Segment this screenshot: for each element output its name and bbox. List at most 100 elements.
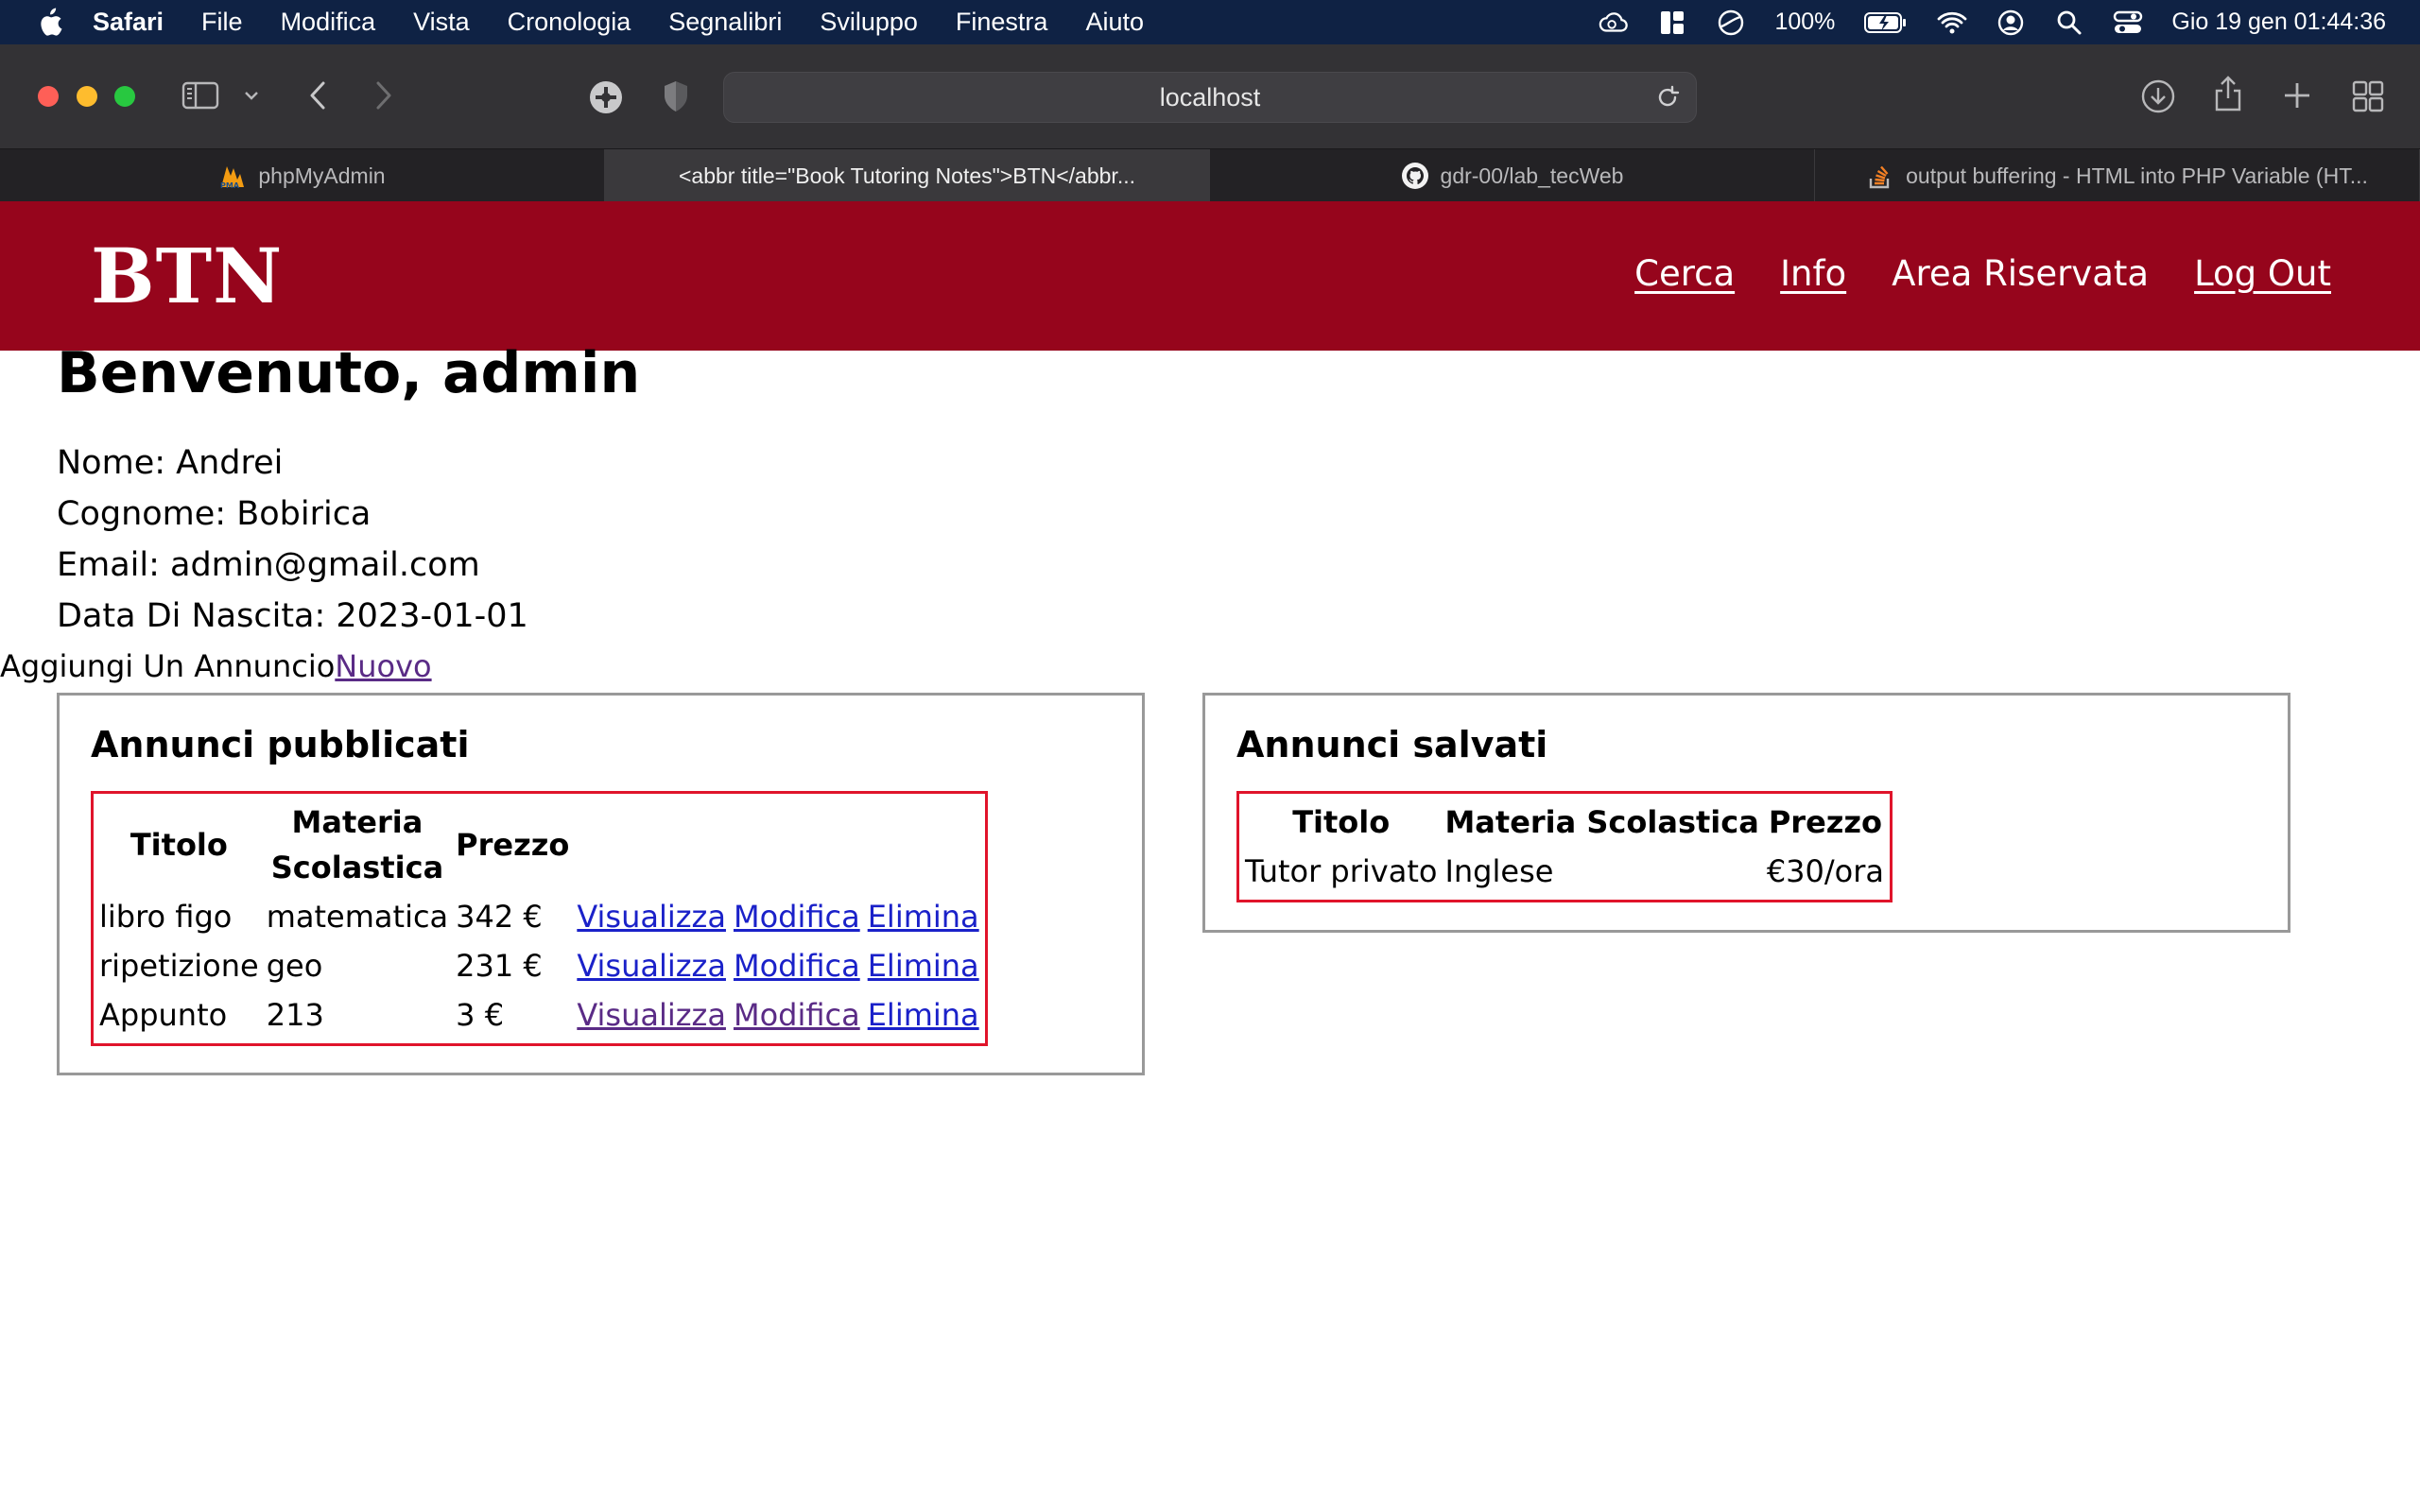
table-row: ripetizione geo 231 € Visualizza Modific… [95, 941, 983, 990]
new-listing-link[interactable]: Nuovo [335, 648, 431, 684]
saved-listings-panel: Annunci salvati Titolo Materia Scolastic… [1202, 693, 2290, 933]
tab-github[interactable]: gdr-00/lab_tecWeb [1210, 149, 1815, 202]
view-link[interactable]: Visualizza [577, 899, 726, 935]
macos-menubar: Safari File Modifica Vista Cronologia Se… [0, 0, 2420, 44]
cell-prezzo: 231 € [456, 948, 543, 984]
menu-vista[interactable]: Vista [413, 8, 470, 37]
phpmyadmin-icon: PMA [218, 162, 247, 190]
table-header-row: Titolo Materia Scolastica Prezzo [1241, 798, 1888, 847]
saved-table-frame: Titolo Materia Scolastica Prezzo Tutor p… [1236, 791, 1893, 902]
privacy-shield-icon[interactable] [662, 79, 690, 113]
column-header-materia: Materia Scolastica [270, 804, 444, 885]
table-row: libro figo matematica 342 € Visualizza M… [95, 892, 983, 941]
tab-title: gdr-00/lab_tecWeb [1440, 163, 1624, 188]
control-center-icon[interactable] [2113, 8, 2143, 38]
tab-title: phpMyAdmin [258, 163, 386, 188]
extension-icon[interactable] [588, 79, 624, 115]
column-header-prezzo: Prezzo [1768, 804, 1882, 840]
sidebar-toggle-icon[interactable] [182, 80, 219, 111]
creative-cloud-icon[interactable] [1599, 8, 1629, 38]
nav-cerca[interactable]: Cerca [1634, 253, 1735, 294]
close-window-button[interactable] [38, 86, 59, 107]
spotlight-search-icon[interactable] [2054, 8, 2084, 38]
nav-area-riservata[interactable]: Area Riservata [1892, 253, 2149, 294]
column-header-actions [864, 798, 983, 892]
saved-table: Titolo Materia Scolastica Prezzo Tutor p… [1241, 798, 1888, 896]
tab-phpmyadmin[interactable]: PMA phpMyAdmin [0, 149, 605, 202]
apple-icon[interactable] [36, 8, 64, 37]
view-link[interactable]: Visualizza [577, 997, 726, 1033]
delete-link[interactable]: Elimina [868, 948, 979, 984]
user-account-icon[interactable] [1996, 8, 2026, 38]
main-nav: Cerca Info Area Riservata Log Out [1634, 253, 2331, 294]
back-icon[interactable] [306, 80, 329, 111]
add-listing-label: Aggiungi Un Annuncio [0, 648, 336, 684]
table-row: Tutor privato Inglese €30/ora [1241, 847, 1888, 896]
saved-listings-title: Annunci salvati [1236, 724, 1548, 765]
delete-link[interactable]: Elimina [868, 997, 979, 1033]
network-globe-icon[interactable] [1716, 8, 1746, 38]
battery-icon[interactable] [1863, 8, 1909, 38]
published-listings-title: Annunci pubblicati [91, 724, 470, 765]
tab-stackoverflow[interactable]: output buffering - HTML into PHP Variabl… [1815, 149, 2420, 202]
widgets-icon[interactable] [1657, 8, 1687, 38]
cell-prezzo: 3 € [456, 997, 505, 1033]
cell-materia: 213 [266, 997, 324, 1033]
share-icon[interactable] [2212, 75, 2244, 112]
chevron-down-icon[interactable] [244, 90, 259, 101]
tab-btn-current[interactable]: <abbr title="Book Tutoring Notes">BTN</a… [605, 149, 1210, 202]
view-link[interactable]: Visualizza [577, 948, 726, 984]
battery-percent: 100% [1774, 9, 1836, 35]
edit-link[interactable]: Modifica [734, 899, 860, 935]
profile-info: Nome: Andrei Cognome: Bobirica Email: ad… [57, 444, 528, 648]
table-header-row: Titolo Materia Scolastica Prezzo [95, 798, 983, 892]
nav-logout[interactable]: Log Out [2194, 253, 2331, 294]
menu-aiuto[interactable]: Aiuto [1085, 8, 1144, 37]
address-bar[interactable]: localhost [723, 72, 1697, 123]
add-listing-line: Aggiungi Un AnnuncioNuovo [0, 648, 432, 684]
menu-finestra[interactable]: Finestra [956, 8, 1048, 37]
tab-title: <abbr title="Book Tutoring Notes">BTN</a… [679, 163, 1135, 188]
profile-nome: Nome: Andrei [57, 444, 284, 482]
menubar-clock[interactable]: Gio 19 gen 01:44:36 [2171, 9, 2386, 36]
cell-materia: matematica [266, 899, 449, 935]
edit-link[interactable]: Modifica [734, 948, 860, 984]
nav-info[interactable]: Info [1780, 253, 1846, 294]
wifi-icon[interactable] [1937, 8, 1967, 38]
status-area: 100% Gio 19 gen 01:44:36 [1599, 0, 2386, 44]
delete-link[interactable]: Elimina [868, 899, 979, 935]
column-header-materia: Materia Scolastica [1444, 804, 1759, 840]
cell-titolo: Tutor privato [1245, 853, 1438, 889]
minimize-window-button[interactable] [77, 86, 97, 107]
cell-prezzo: 342 € [456, 899, 543, 935]
menu-segnalibri[interactable]: Segnalibri [668, 8, 782, 37]
cell-titolo: ripetizione [99, 948, 259, 984]
site-header: BTN Cerca Info Area Riservata Log Out [0, 201, 2420, 351]
cell-titolo: Appunto [99, 997, 228, 1033]
new-tab-icon[interactable] [2282, 80, 2312, 111]
tab-overview-icon[interactable] [2352, 80, 2384, 112]
menu-modifica[interactable]: Modifica [281, 8, 376, 37]
published-listings-panel: Annunci pubblicati Titolo Materia Scolas… [57, 693, 1145, 1075]
menu-file[interactable]: File [201, 8, 243, 37]
site-logo[interactable]: BTN [91, 232, 283, 320]
github-icon [1401, 162, 1429, 190]
browser-toolbar: localhost [0, 44, 2420, 148]
address-url[interactable]: localhost [1160, 83, 1261, 112]
menu-sviluppo[interactable]: Sviluppo [820, 8, 918, 37]
reload-icon[interactable] [1654, 84, 1681, 117]
column-header-titolo: Titolo [1292, 804, 1391, 840]
zoom-window-button[interactable] [114, 86, 135, 107]
published-table-frame: Titolo Materia Scolastica Prezzo libro f… [91, 791, 988, 1046]
menu-cronologia[interactable]: Cronologia [508, 8, 631, 37]
edit-link[interactable]: Modifica [734, 997, 860, 1033]
menu-app-name[interactable]: Safari [93, 8, 164, 37]
forward-icon[interactable] [372, 80, 395, 111]
published-table: Titolo Materia Scolastica Prezzo libro f… [95, 798, 983, 1040]
downloads-icon[interactable] [2140, 78, 2176, 114]
column-header-prezzo: Prezzo [456, 827, 570, 863]
page-title: Benvenuto, admin [57, 340, 641, 406]
cell-prezzo: €30/ora [1766, 853, 1885, 889]
profile-cognome: Cognome: Bobirica [57, 495, 372, 533]
table-row: Appunto 213 3 € Visualizza Modifica Elim… [95, 990, 983, 1040]
